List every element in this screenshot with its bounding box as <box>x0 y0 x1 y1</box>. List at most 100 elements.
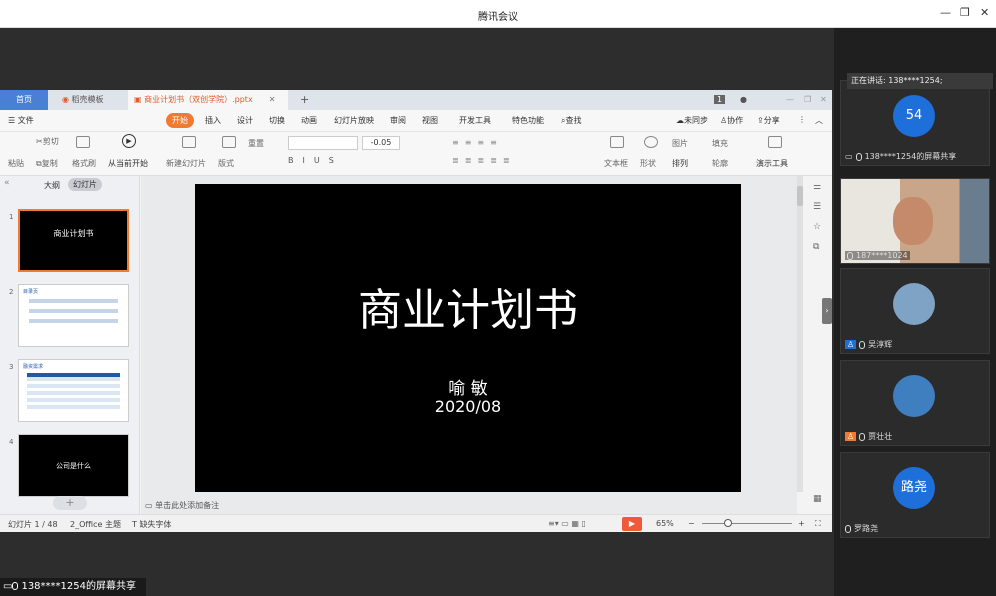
minimize-icon[interactable]: — <box>940 6 951 19</box>
format-painter-icon <box>76 136 90 150</box>
mic-icon <box>847 251 853 260</box>
menu-insert[interactable]: 插入 <box>205 115 221 126</box>
tab-home[interactable]: 首页 <box>0 90 48 110</box>
tab-slides[interactable]: 幻灯片 <box>68 178 102 191</box>
arrange-button[interactable]: 排列 <box>672 158 688 169</box>
wps-close-icon[interactable]: ✕ <box>814 90 833 110</box>
thumb-number: 1 <box>9 213 14 221</box>
format-painter-button[interactable]: 格式刷 <box>72 158 96 169</box>
menu-start[interactable]: 开始 <box>166 113 194 128</box>
shape-button[interactable]: 形状 <box>640 158 656 169</box>
zoom-level[interactable]: 65% <box>656 519 674 528</box>
collapse-ribbon-icon[interactable]: ︿ <box>815 115 823 126</box>
participant-card[interactable]: 54 ▭ 138****1254的屏幕共享 <box>840 80 990 166</box>
current-slide[interactable]: 商业计划书 喻 敏 2020/08 <box>195 184 741 492</box>
theme-name: 2_Office 主题 <box>70 520 121 529</box>
restore-icon[interactable]: ❐ <box>960 6 970 19</box>
meeting-titlebar: 腾讯会议 — ❐ ✕ <box>0 0 996 28</box>
star-icon[interactable]: ☆ <box>813 222 821 232</box>
new-slide-button[interactable]: 新建幻灯片 <box>166 158 206 169</box>
zoom-in-button[interactable]: + <box>798 519 805 528</box>
file-menu[interactable]: ☰ 文件 <box>8 115 34 126</box>
status-bar: 幻灯片 1 / 48 2_Office 主题 T 缺失字体 ≡▾ ▭ ▦ ▯ ▶… <box>0 514 832 532</box>
hamburger-icon: ☰ <box>8 116 18 125</box>
new-slide-icon <box>182 136 196 150</box>
search-button[interactable]: ⌕查找 <box>561 115 581 126</box>
font-style-buttons[interactable]: BIUS <box>288 156 343 165</box>
cut-button[interactable]: ✂剪切 <box>36 136 59 147</box>
participant-name: ♙ 吴淳辉 <box>845 340 893 349</box>
zoom-out-button[interactable]: − <box>688 519 695 528</box>
screen-share-icon: ▭ <box>3 581 13 592</box>
notes-area[interactable]: ▭ 单击此处添加备注 <box>141 500 791 514</box>
slide-date: 2020/08 <box>434 397 502 416</box>
fill-button[interactable]: 填充 <box>712 138 728 149</box>
participant-card[interactable]: ♙ 吴淳辉 <box>840 268 990 354</box>
view-buttons[interactable]: ≡▾ ▭ ▦ ▯ <box>548 519 586 528</box>
menu-review[interactable]: 审阅 <box>390 115 406 126</box>
menu-view[interactable]: 视图 <box>422 115 438 126</box>
layout-button[interactable]: 版式 <box>218 158 234 169</box>
user-avatar-icon[interactable]: ● <box>734 90 753 110</box>
grid-icon[interactable]: ▦ <box>813 494 822 504</box>
menu-developer[interactable]: 开发工具 <box>459 115 491 126</box>
ppt-icon: ▣ <box>134 95 145 104</box>
menu-animation[interactable]: 动画 <box>301 115 317 126</box>
slide-thumb-2[interactable]: 目录页 <box>18 284 129 347</box>
scissors-icon: ✂ <box>36 137 43 146</box>
mic-icon <box>845 524 851 533</box>
add-tab-button[interactable]: + <box>294 90 315 110</box>
zoom-slider-handle[interactable] <box>724 519 732 527</box>
align-buttons[interactable]: ≣≣≣≣≣ <box>452 156 516 165</box>
tab-outline[interactable]: 大纲 <box>44 180 60 191</box>
cloud-icon: ☁ <box>676 116 684 125</box>
vertical-scrollbar[interactable] <box>797 176 803 492</box>
tab-pptx-document[interactable]: ▣ 商业计划书（双创学院）.pptx ✕ <box>128 90 288 110</box>
sync-button[interactable]: ☁未同步 <box>676 115 708 126</box>
slide-thumb-1[interactable]: 商业计划书 <box>18 209 129 272</box>
paragraph-buttons[interactable]: ≡≡≡≡ <box>452 138 503 147</box>
settings-sliders-icon[interactable]: ☰ <box>813 202 821 212</box>
menu-transition[interactable]: 切换 <box>269 115 285 126</box>
property-icon[interactable]: ⚌ <box>813 182 821 192</box>
backup-icon[interactable]: ⧉ <box>813 242 819 252</box>
tab-docer-templates[interactable]: ◉ 稻壳模板 <box>56 90 110 110</box>
play-slideshow-button[interactable]: ▶ <box>622 517 642 531</box>
mic-icon <box>859 432 866 441</box>
menu-slideshow[interactable]: 幻灯片放映 <box>334 115 374 126</box>
wps-minimize-icon[interactable]: — <box>780 90 800 110</box>
collab-button[interactable]: ♙协作 <box>720 115 743 126</box>
collapse-panel-icon[interactable]: « <box>4 178 10 188</box>
more-icon[interactable]: ⋮ <box>798 115 806 124</box>
menu-design[interactable]: 设计 <box>237 115 253 126</box>
ribbon-toolbar: 粘贴 ✂剪切 ⧉复制 格式刷 ▶ 从当前开始 新建幻灯片 版式 重置 -0.05… <box>0 132 832 176</box>
copy-button[interactable]: ⧉复制 <box>36 158 58 169</box>
wps-presentation-window: 首页 ◉ 稻壳模板 ▣ 商业计划书（双创学院）.pptx ✕ + 1 ● — ❐ … <box>0 90 832 532</box>
missing-font-button[interactable]: T 缺失字体 <box>132 519 171 530</box>
scrollbar-thumb[interactable] <box>797 186 803 206</box>
play-from-current-button[interactable]: 从当前开始 <box>108 158 148 169</box>
presenter-tools-button[interactable]: 演示工具 <box>756 158 788 169</box>
font-size-select[interactable]: -0.05 <box>362 136 400 150</box>
picture-button[interactable]: 图片 <box>672 138 688 149</box>
presenter-tools-icon <box>768 136 782 150</box>
tab-close-icon[interactable]: ✕ <box>269 95 276 104</box>
outline-button[interactable]: 轮廓 <box>712 158 728 169</box>
paste-button[interactable]: 粘贴 <box>8 158 24 169</box>
fit-window-icon[interactable]: ⛶ <box>815 519 821 529</box>
close-icon[interactable]: ✕ <box>980 6 989 19</box>
menu-features[interactable]: 特色功能 <box>512 115 544 126</box>
slide-thumb-3[interactable]: 融资需求 <box>18 359 129 422</box>
participant-card[interactable]: 路尧 罗路尧 <box>840 452 990 538</box>
textbox-button[interactable]: 文本框 <box>604 158 628 169</box>
participant-card[interactable]: ♙ 贾壮壮 <box>840 360 990 446</box>
add-slide-button[interactable]: + <box>53 496 87 510</box>
zoom-slider[interactable] <box>702 523 792 524</box>
layout-icon <box>222 136 236 150</box>
slide-thumb-4[interactable]: 公司是什么 <box>18 434 129 497</box>
reset-button[interactable]: 重置 <box>248 138 264 149</box>
font-name-select[interactable] <box>288 136 358 150</box>
expand-panel-icon[interactable]: › <box>822 298 832 324</box>
share-button[interactable]: ⇪分享 <box>757 115 780 126</box>
participant-card-video[interactable]: 187****1024 <box>840 178 990 264</box>
